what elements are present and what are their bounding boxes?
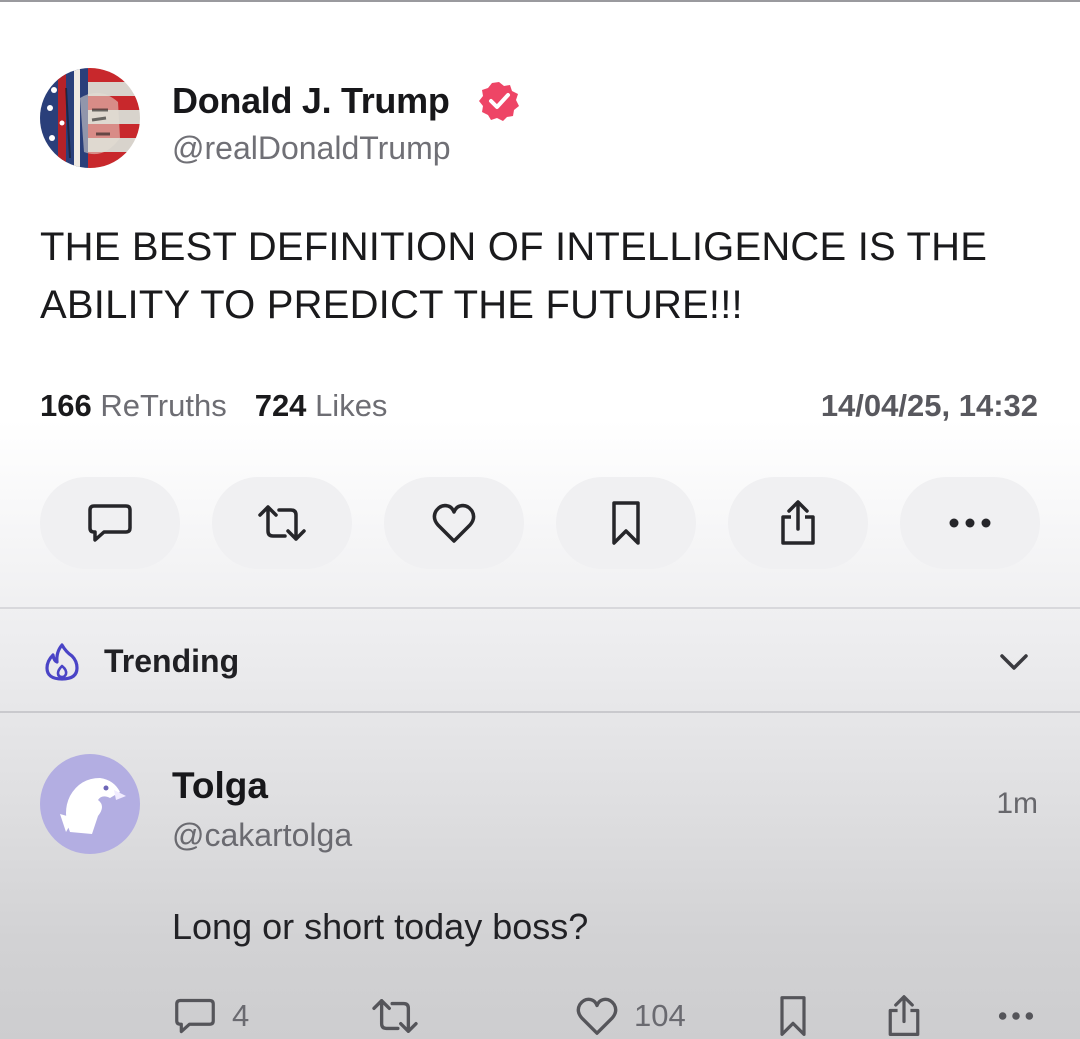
more-button[interactable] [900,477,1040,569]
reply-text: Long or short today boss? [172,906,589,947]
post-timestamp: 14/04/25, 14:32 [820,388,1038,423]
likes-label: Likes [315,388,388,423]
post-text: THE BEST DEFINITION OF INTELLIGENCE IS T… [40,225,988,327]
retruths-count: 166 [40,388,92,423]
reply-time: 1m [996,787,1038,820]
reply-share-button[interactable] [884,994,924,1038]
author-avatar[interactable] [40,68,140,168]
bookmark-button[interactable] [556,477,696,569]
trending-label[interactable]: Trending [104,643,239,680]
heart-icon [432,503,476,543]
top-divider [0,0,1080,2]
share-button[interactable] [728,477,868,569]
reply-count: 4 [232,998,250,1033]
flame-icon [44,642,80,682]
like-button[interactable] [384,477,524,569]
author-name[interactable]: Donald J. Trump [172,80,450,122]
reply-author-avatar[interactable] [40,754,140,854]
likes-count: 724 [254,388,307,423]
retruths-label: ReTruths [100,388,227,423]
heart-icon [576,997,618,1035]
section-divider [0,711,1080,713]
like-count: 104 [634,998,686,1033]
section-divider [0,607,1080,609]
reply-icon [88,504,132,542]
bookmark-icon [780,996,806,1036]
retruth-icon [258,505,306,541]
reply-icon [175,998,215,1034]
verified-badge-icon [478,80,520,122]
more-icon [998,1012,1034,1020]
bookmark-icon [612,501,640,545]
retruth-icon [372,999,418,1033]
reply-author-handle[interactable]: @cakartolga [172,817,352,854]
likes-stat[interactable]: 724 Likes [255,388,388,423]
retruth-button[interactable] [212,477,352,569]
reply-button[interactable] [40,477,180,569]
author-handle[interactable]: @realDonaldTrump [172,130,451,167]
reply-retruth-button[interactable] [368,994,422,1038]
reply-bookmark-button[interactable] [776,994,810,1038]
share-icon [781,500,815,545]
chevron-down-icon[interactable] [998,648,1030,676]
retruths-stat[interactable]: 166 ReTruths [40,388,227,423]
reply-like-button[interactable]: 104 [574,994,686,1038]
more-icon [949,518,991,528]
reply-reply-button[interactable]: 4 [172,994,249,1038]
post-stats: 166 ReTruths 724 Likes [40,388,387,424]
reply-author-name[interactable]: Tolga [172,765,268,807]
reply-more-button[interactable] [996,994,1036,1038]
share-icon [888,995,920,1036]
